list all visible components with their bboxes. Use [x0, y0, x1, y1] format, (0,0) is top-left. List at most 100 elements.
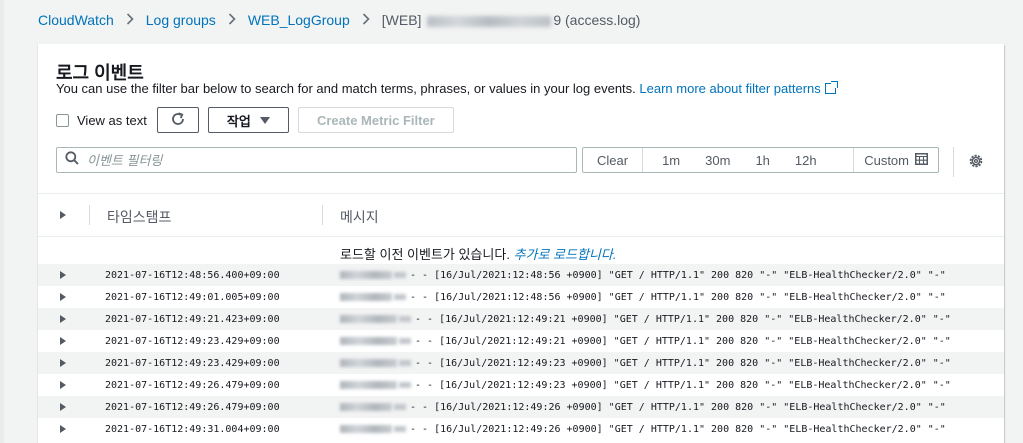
range-custom-button[interactable]: Custom: [853, 148, 938, 172]
table-row[interactable]: 2021-07-16T12:49:23.429+09:00 - - [16/Ju…: [38, 352, 1004, 374]
column-divider: [322, 205, 323, 225]
row-message: - - [16/Jul/2021:12:49:23 +0900] "GET / …: [340, 358, 951, 369]
table-row[interactable]: 2021-07-16T12:49:01.005+09:00 - - [16/Ju…: [38, 286, 1004, 308]
breadcrumb-log-groups[interactable]: Log groups: [146, 12, 216, 28]
redacted-ip: [340, 315, 397, 323]
refresh-icon: [170, 111, 186, 130]
redacted-ip: [340, 403, 392, 411]
clear-range-button[interactable]: Clear: [583, 148, 644, 172]
row-message: - - [16/Jul/2021:12:49:26 +0900] "GET / …: [340, 402, 946, 413]
load-more-text: 로드할 이전 이벤트가 있습니다.: [340, 247, 510, 262]
redacted-ip: [394, 426, 406, 432]
learn-more-text: Learn more about filter patterns: [639, 81, 821, 96]
row-timestamp: 2021-07-16T12:48:56.400+09:00: [105, 270, 280, 281]
load-more-link[interactable]: 추가로 로드합니다.: [514, 247, 617, 262]
range-1m[interactable]: 1m: [643, 148, 689, 172]
log-event-rows: 2021-07-16T12:48:56.400+09:00 - - [16/Ju…: [38, 264, 1004, 440]
create-metric-filter-button[interactable]: Create Metric Filter: [297, 107, 454, 133]
row-timestamp: 2021-07-16T12:49:23.429+09:00: [105, 336, 280, 347]
expand-caret-icon[interactable]: [60, 293, 66, 301]
actions-label: 작업: [226, 113, 251, 129]
table-row[interactable]: 2021-07-16T12:49:26.479+09:00 - - [16/Ju…: [38, 396, 1004, 418]
range-1h[interactable]: 1h: [739, 148, 778, 172]
toolbar-divider: [953, 147, 954, 177]
view-as-text-checkbox[interactable]: [56, 113, 69, 127]
table-header: 타임스탬프 메시지: [38, 193, 1004, 237]
stream-suffix: 9 (access.log): [553, 12, 641, 28]
redacted-ip: [340, 337, 397, 345]
table-row[interactable]: 2021-07-16T12:49:21.423+09:00 - - [16/Ju…: [38, 308, 1004, 330]
caret-down-icon: [259, 116, 270, 124]
filter-events-input[interactable]: [87, 152, 557, 168]
column-timestamp[interactable]: 타임스탬프: [107, 207, 171, 227]
expand-caret-icon[interactable]: [60, 359, 66, 367]
load-more-notice: 로드할 이전 이벤트가 있습니다. 추가로 로드합니다.: [340, 244, 616, 263]
custom-label: Custom: [864, 152, 909, 168]
redacted-ip: [340, 293, 392, 301]
redacted-ip: [394, 272, 406, 278]
column-message[interactable]: 메시지: [340, 207, 379, 227]
row-message-text: - - [16/Jul/2021:12:49:21 +0900] "GET / …: [415, 314, 951, 325]
description-text: You can use the filter bar below to sear…: [56, 81, 636, 96]
redacted-stream-id: [427, 15, 552, 27]
log-events-panel: 로그 이벤트 You can use the filter bar below …: [38, 44, 1004, 443]
view-as-text-label: View as text: [77, 112, 147, 128]
expand-caret-icon[interactable]: [60, 425, 66, 433]
expand-caret-icon[interactable]: [60, 403, 66, 411]
table-row[interactable]: 2021-07-16T12:48:56.400+09:00 - - [16/Ju…: [38, 264, 1004, 286]
gear-icon[interactable]: [968, 153, 984, 174]
redacted-ip: [340, 425, 392, 433]
expand-caret-icon[interactable]: [60, 337, 66, 345]
redacted-ip: [340, 359, 397, 367]
redacted-ip: [399, 338, 411, 344]
row-message: - - [16/Jul/2021:12:49:21 +0900] "GET / …: [340, 336, 951, 347]
redacted-ip: [399, 382, 411, 388]
redacted-ip: [340, 381, 397, 389]
chevron-right-icon: [228, 12, 236, 28]
row-timestamp: 2021-07-16T12:49:26.479+09:00: [105, 380, 280, 391]
row-message-text: - - [16/Jul/2021:12:49:26 +0900] "GET / …: [410, 402, 946, 413]
breadcrumb-cloudwatch[interactable]: CloudWatch: [38, 12, 114, 28]
row-timestamp: 2021-07-16T12:49:01.005+09:00: [105, 292, 280, 303]
chevron-right-icon: [362, 12, 370, 28]
panel-description: You can use the filter bar below to sear…: [56, 81, 838, 96]
learn-more-link[interactable]: Learn more about filter patterns: [639, 81, 838, 96]
row-message-text: - - [16/Jul/2021:12:48:56 +0900] "GET / …: [410, 292, 946, 303]
external-link-icon: [824, 81, 838, 94]
breadcrumb-current-stream: [WEB] 9 (access.log): [382, 12, 641, 28]
row-message: - - [16/Jul/2021:12:49:21 +0900] "GET / …: [340, 314, 951, 325]
row-message: - - [16/Jul/2021:12:48:56 +0900] "GET / …: [340, 292, 946, 303]
row-timestamp: 2021-07-16T12:49:23.429+09:00: [105, 358, 280, 369]
left-nav-strip: [0, 0, 4, 443]
toolbar: View as text 작업 Create Metric Filter: [56, 107, 454, 133]
row-timestamp: 2021-07-16T12:49:26.479+09:00: [105, 402, 280, 413]
search-icon: [65, 150, 79, 170]
actions-dropdown-button[interactable]: 작업: [207, 107, 289, 133]
breadcrumb: CloudWatch Log groups WEB_LogGroup [WEB]…: [38, 12, 640, 28]
range-30m[interactable]: 30m: [689, 148, 739, 172]
table-row[interactable]: 2021-07-16T12:49:23.429+09:00 - - [16/Ju…: [38, 330, 1004, 352]
time-range-selector: Clear 1m 30m 1h 12h Custom: [582, 147, 939, 173]
expand-caret-icon[interactable]: [60, 271, 66, 279]
redacted-ip: [394, 404, 406, 410]
table-row[interactable]: 2021-07-16T12:49:26.479+09:00 - - [16/Ju…: [38, 374, 1004, 396]
calendar-icon: [915, 152, 928, 168]
refresh-button[interactable]: [156, 107, 199, 133]
expand-caret-icon[interactable]: [60, 381, 66, 389]
redacted-ip: [399, 360, 411, 366]
redacted-ip: [394, 294, 406, 300]
column-divider: [89, 205, 90, 225]
expand-caret-icon[interactable]: [60, 315, 66, 323]
table-row[interactable]: 2021-07-16T12:49:31.004+09:00 - - [16/Ju…: [38, 418, 1004, 440]
row-message: - - [16/Jul/2021:12:48:56 +0900] "GET / …: [340, 270, 946, 281]
row-message-text: - - [16/Jul/2021:12:49:21 +0900] "GET / …: [415, 336, 951, 347]
row-timestamp: 2021-07-16T12:49:21.423+09:00: [105, 314, 280, 325]
expand-all-caret-icon[interactable]: [60, 211, 66, 219]
redacted-ip: [340, 271, 392, 279]
row-message-text: - - [16/Jul/2021:12:48:56 +0900] "GET / …: [410, 270, 946, 281]
redacted-ip: [399, 316, 411, 322]
range-12h[interactable]: 12h: [779, 148, 826, 172]
breadcrumb-web-loggroup[interactable]: WEB_LogGroup: [248, 12, 350, 28]
row-message: - - [16/Jul/2021:12:49:23 +0900] "GET / …: [340, 380, 951, 391]
row-timestamp: 2021-07-16T12:49:31.004+09:00: [105, 424, 280, 435]
